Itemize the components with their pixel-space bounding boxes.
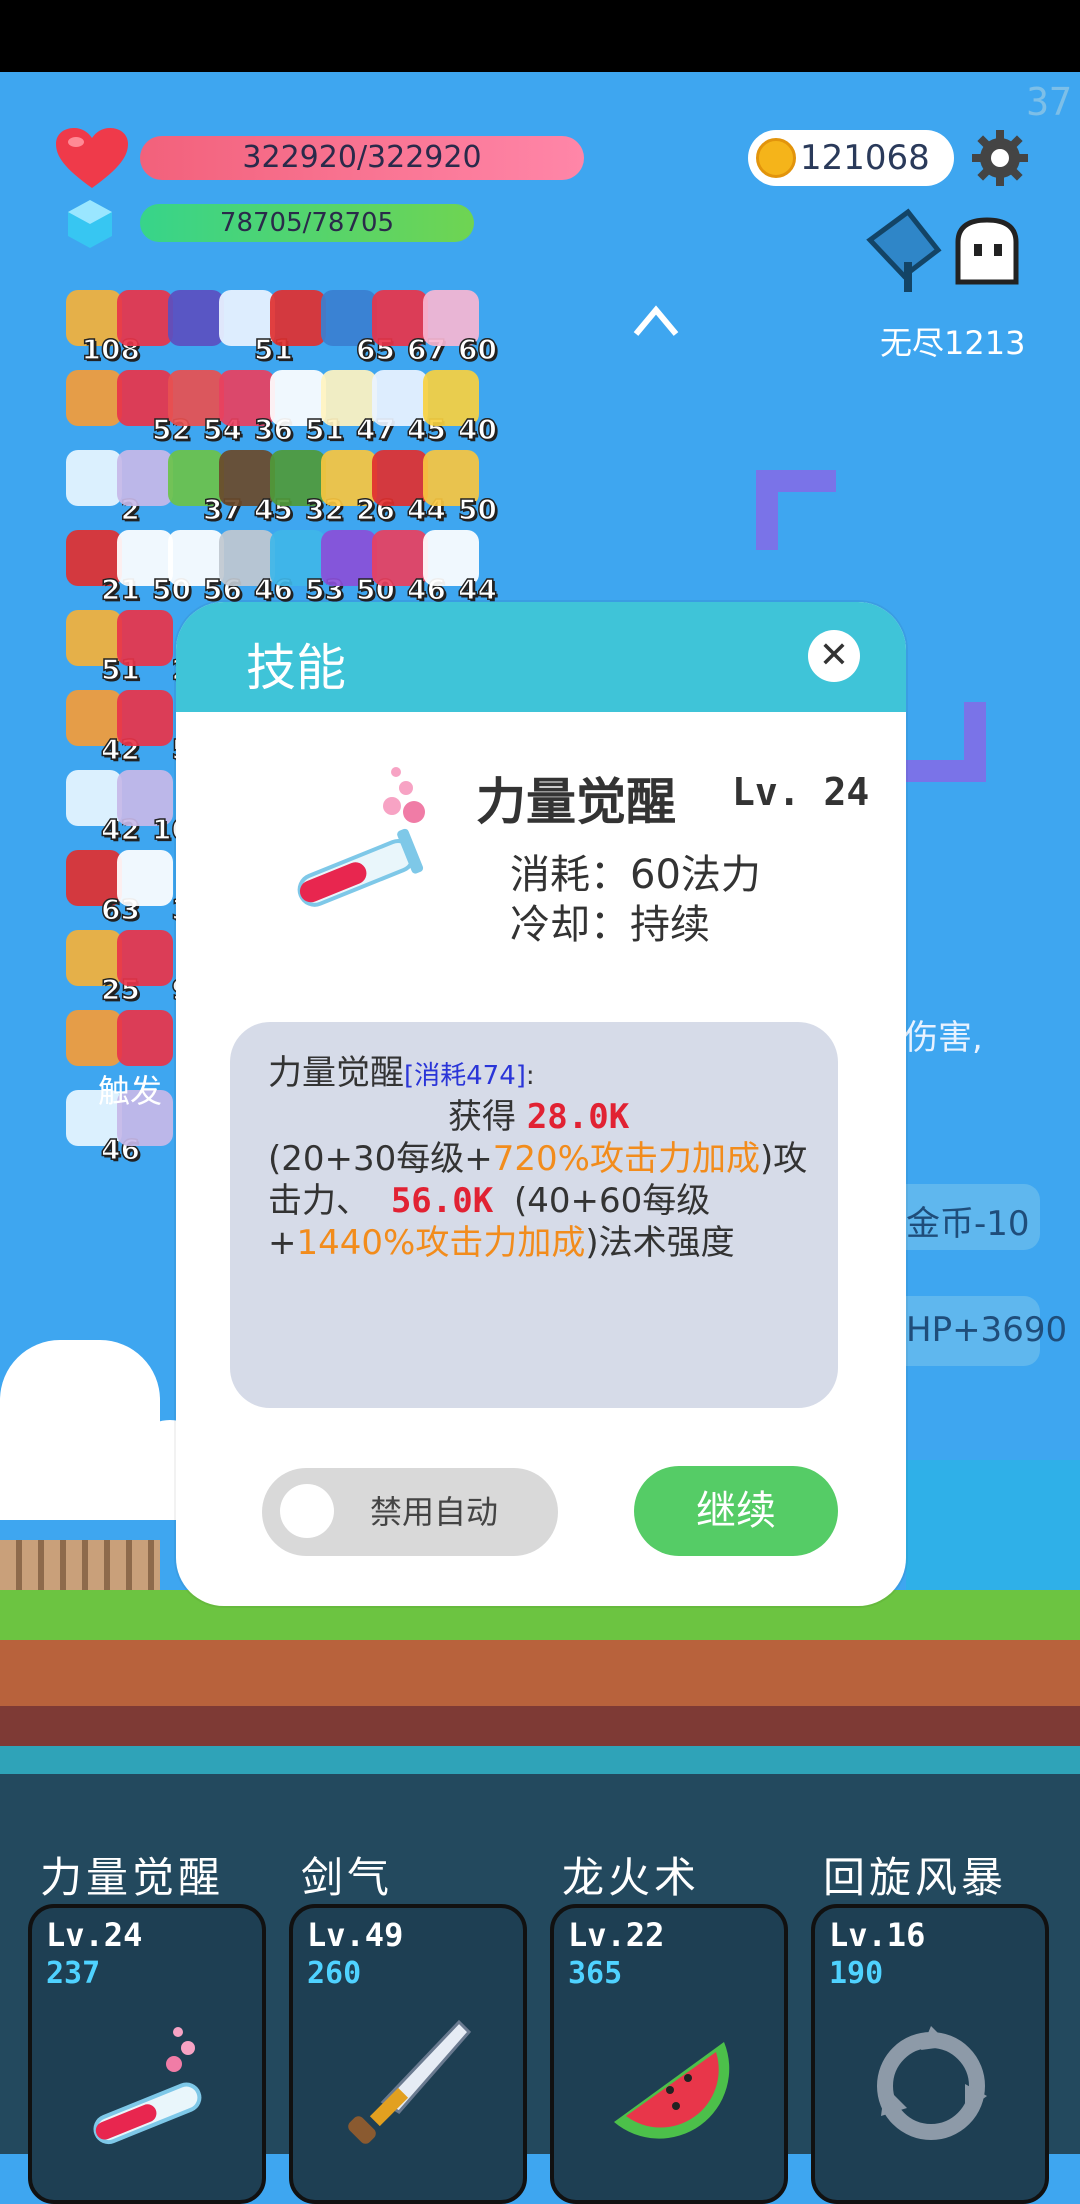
attack-formula-base: (20+30每级+ [268,1139,493,1179]
desc-skill-name: 力量觉醒 [268,1053,404,1093]
skill-dragon-fire-icon [600,2012,740,2156]
skill-bar-border [0,1746,1080,1774]
skill-whirlwind-icon [861,2012,1001,2156]
ground-dirt-dark [0,1706,1080,1746]
skill-dragon-fire-card[interactable]: Lv.22 365 [550,1904,788,2204]
item-count: 60 [457,332,497,367]
skill-level: Lv. 24 [732,770,870,814]
skill-level: Lv.16 [829,1916,926,1954]
skill-name-label: 龙火术 [562,1853,701,1902]
corner-bracket-top [756,470,836,550]
skill-sword-qi-card[interactable]: Lv.49 260 [289,1904,527,2204]
item-icon [117,850,173,906]
dialog-title: 技能 [246,639,346,697]
skill-whirlwind-card[interactable]: Lv.16 190 [811,1904,1049,2204]
heart-icon [56,128,128,188]
item-icon [66,1010,122,1066]
spell-bonus: 1440%攻击力加成 [296,1223,586,1263]
spell-formula-end: )法术强度 [585,1223,735,1263]
coin-counter: 121068 [748,130,954,186]
skill-sword-qi-icon [339,2012,479,2156]
continue-button[interactable]: 继续 [634,1466,838,1556]
skill-name: 力量觉醒 [476,773,676,831]
toggle-knob[interactable] [280,1484,334,1538]
item-icon [168,290,224,346]
desc-colon: : [525,1061,535,1091]
item-icon [117,290,173,346]
potion-tube-icon [297,767,425,907]
fps-counter: 37 [1026,80,1072,124]
coin-amount: 121068 [800,138,930,178]
item-icon [117,450,173,506]
attack-label: 击力、 [268,1181,370,1221]
toggle-label: 禁用自动 [370,1493,499,1531]
inventory-item[interactable]: 44 [423,530,498,607]
item-icon [117,1010,173,1066]
mp-bar: 78705/78705 [140,204,474,242]
item-icon [117,930,173,986]
skill-cost: 365 [568,1956,623,1991]
status-bar [0,0,1080,72]
attack-formula-end: )攻 [759,1139,808,1179]
item-count: 40 [457,412,497,447]
pet-ghost-icon[interactable] [952,216,1022,286]
map-flag-icon[interactable] [864,206,944,296]
skill-cost: 237 [46,1956,101,1991]
skill-power-awaken-icon [78,2012,218,2156]
damage-text: 伤害, [904,1018,983,1058]
spell-plus: + [268,1223,297,1263]
skill-cost: 190 [829,1956,884,1991]
item-icon [270,290,326,346]
item-count: 50 [457,492,497,527]
disable-auto-toggle[interactable]: 禁用自动 [262,1468,558,1556]
item-icon [117,610,173,666]
skill-level: Lv.24 [46,1916,143,1954]
distant-water [906,1460,1080,1590]
hp-bar: 322920/322920 [140,136,584,180]
inventory-item[interactable]: 60 [423,290,498,367]
inventory-item[interactable]: 40 [423,370,498,447]
skill-name-label: 力量觉醒 [40,1853,225,1902]
item-icon [66,450,122,506]
inventory-item[interactable]: 50 [423,450,498,527]
mana-crystal-icon [68,200,112,248]
skill-dialog: 技能 ✕ 力量觉醒 Lv. 24 消耗：60法力 冷却：持续 力量觉醒[消耗47… [176,602,906,1606]
trigger-text: 触发 [98,1072,163,1110]
collapse-chevron-icon[interactable] [632,300,680,340]
attack-bonus: 720%攻击力加成 [492,1139,760,1179]
skill-description: 力量觉醒[消耗474]: 获得 28.0K (20+30每级+720%攻击力加成… [230,1022,838,1408]
hp-gain-text: HP+3690 [906,1310,1068,1350]
gain-attack-value: 28.0K [526,1097,630,1137]
skill-power-awaken-card[interactable]: Lv.24 237 [28,1904,266,2204]
corner-bracket-bottom [906,702,986,782]
cooldown: 冷却：持续 [510,902,710,948]
coin-cost-text: 金币-10 [906,1204,1030,1244]
fence [0,1540,160,1590]
item-icon [117,690,173,746]
skill-level: Lv.49 [307,1916,404,1954]
skill-name-label: 回旋风暴 [823,1853,1008,1902]
skill-cost: 260 [307,1956,362,1991]
spell-formula-base: (40+60每级 [513,1181,711,1221]
close-button[interactable]: ✕ [808,630,860,682]
skill-name-label: 剑气 [301,1853,394,1902]
gain-label: 获得 [448,1097,516,1137]
desc-cost: [消耗474] [404,1061,526,1091]
ground-dirt [0,1640,1080,1706]
gain-spell-value: 56.0K [390,1181,494,1221]
endless-stage-label: 无尽1213 [880,324,1026,362]
item-icon [66,370,122,426]
coin-icon [756,138,796,178]
skill-level: Lv.22 [568,1916,665,1954]
settings-gear-icon[interactable] [970,128,1030,188]
